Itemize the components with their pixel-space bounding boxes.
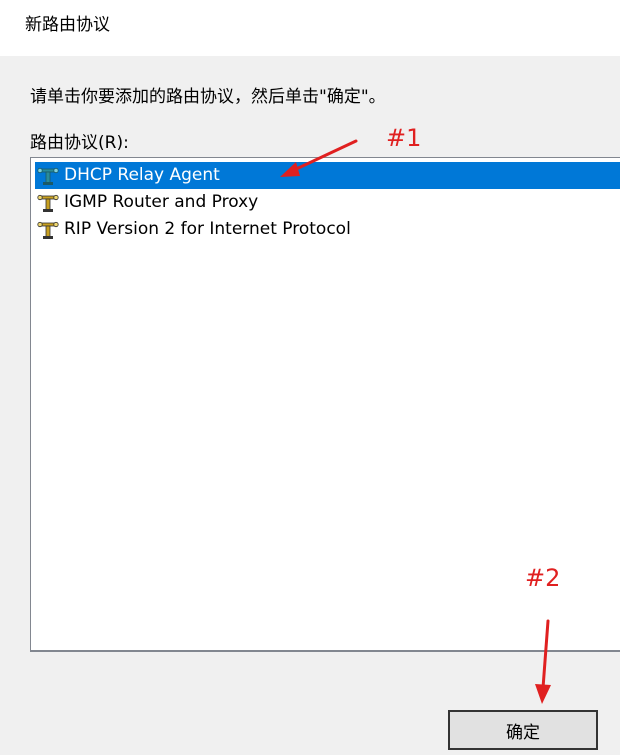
dialog-title: 新路由协议	[25, 15, 110, 35]
protocol-item-label: RIP Version 2 for Internet Protocol	[64, 219, 351, 239]
annotation-step-1-label: #1	[386, 124, 422, 152]
protocol-item-dhcp-relay-agent[interactable]: DHCP Relay Agent	[35, 162, 620, 189]
protocol-item-label: IGMP Router and Proxy	[64, 192, 259, 212]
instruction-text: 请单击你要添加的路由协议，然后单击"确定"。	[30, 87, 386, 107]
protocol-item-label: DHCP Relay Agent	[64, 165, 220, 185]
protocol-item-rip-version-2[interactable]: RIP Version 2 for Internet Protocol	[35, 216, 354, 243]
network-protocol-icon	[35, 192, 61, 214]
annotation-step-2-label: #2	[525, 564, 561, 592]
new-routing-protocol-dialog: 新路由协议 请单击你要添加的路由协议，然后单击"确定"。 路由协议(R): DH…	[0, 0, 620, 755]
routing-protocol-list-label: 路由协议(R):	[30, 133, 129, 153]
dialog-body: 请单击你要添加的路由协议，然后单击"确定"。 路由协议(R): DHCP Rel…	[0, 56, 620, 755]
ok-button[interactable]: 确定	[448, 710, 598, 750]
network-protocol-icon	[35, 219, 61, 241]
protocol-item-igmp-router-and-proxy[interactable]: IGMP Router and Proxy	[35, 189, 261, 216]
network-protocol-icon	[35, 165, 61, 187]
title-bar: 新路由协议	[0, 0, 620, 56]
